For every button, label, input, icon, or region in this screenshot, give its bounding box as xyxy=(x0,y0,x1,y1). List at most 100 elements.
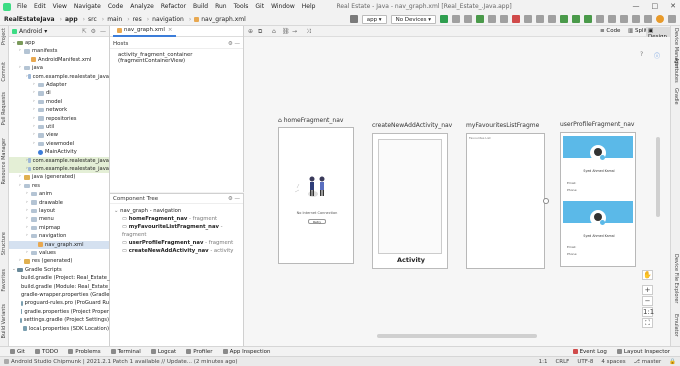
sdk-manager-icon[interactable] xyxy=(548,15,556,23)
add-destination-icon[interactable]: ⊕ xyxy=(248,28,253,35)
sync-icon[interactable] xyxy=(524,15,532,23)
menu-git[interactable]: Git xyxy=(255,3,264,10)
tool-resource-manager[interactable]: Resource Manager xyxy=(1,138,7,184)
caret-position[interactable]: 1:1 xyxy=(539,359,548,365)
tree-item[interactable]: › navigation xyxy=(9,232,109,240)
module-selector[interactable]: app ▾ xyxy=(361,14,387,24)
tab-app-inspection[interactable]: App Inspection xyxy=(222,349,270,355)
gear-icon[interactable]: ⚙ xyxy=(228,196,233,202)
rerun-icon[interactable] xyxy=(452,15,460,23)
debug-icon[interactable] xyxy=(476,15,484,23)
run-icon[interactable] xyxy=(440,15,448,23)
breadcrumb-file[interactable]: nav_graph.xml xyxy=(201,16,246,23)
tree-item[interactable]: › view xyxy=(9,131,109,139)
git-branch[interactable]: ⎇ master xyxy=(634,359,662,365)
menu-build[interactable]: Build xyxy=(193,3,208,10)
tree-item[interactable]: gradle.properties (Project Proper xyxy=(9,308,109,316)
tree-item[interactable]: › com.example.realestate_java xyxy=(9,165,109,173)
arrow-icon[interactable]: → xyxy=(292,28,297,35)
breadcrumb-src[interactable]: src xyxy=(88,16,97,23)
menu-analyze[interactable]: Analyze xyxy=(130,3,154,10)
lock-icon[interactable]: 🔒 xyxy=(669,359,676,365)
menu-edit[interactable]: Edit xyxy=(34,3,46,10)
tool-gradle[interactable]: Gradle xyxy=(673,88,679,105)
tree-item[interactable]: › layout xyxy=(9,207,109,215)
minimize-panel-icon[interactable]: — xyxy=(235,196,241,202)
git-commit-icon[interactable] xyxy=(572,15,580,23)
dest-home-screen[interactable]: No Internet Connection Retry xyxy=(278,127,354,264)
dest-activity-label[interactable]: createNewAddActivity_nav xyxy=(372,122,452,129)
project-view-selector[interactable]: Android xyxy=(19,28,42,35)
zoom-out-icon[interactable]: − xyxy=(642,296,653,306)
breadcrumb-res[interactable]: res xyxy=(133,16,142,23)
close-tab-icon[interactable]: × xyxy=(168,27,173,33)
profile-icon[interactable] xyxy=(488,15,496,23)
tab-todo[interactable]: TODO xyxy=(34,349,58,355)
menu-file[interactable]: File xyxy=(17,3,27,10)
tree-item[interactable]: build.gradle (Module: Real_Estate_ xyxy=(9,283,111,291)
assistant-icon[interactable] xyxy=(668,15,676,23)
device-selector[interactable]: No Devices ▾ xyxy=(390,14,436,24)
component-tree-root[interactable]: ⌄ nav_graph - navigation xyxy=(114,207,239,215)
file-encoding[interactable]: UTF-8 xyxy=(577,359,593,365)
tree-item[interactable]: › java xyxy=(9,64,109,72)
tree-item[interactable]: › di xyxy=(9,89,109,97)
menu-window[interactable]: Window xyxy=(271,3,295,10)
tree-item[interactable]: › values xyxy=(9,249,109,257)
horizontal-scrollbar[interactable] xyxy=(377,334,537,338)
tree-item[interactable]: › drawable xyxy=(9,199,109,207)
tab-event-log[interactable]: Event Log xyxy=(572,349,607,355)
zoom-fit-icon[interactable]: ⛶ xyxy=(642,318,653,328)
vertical-scrollbar[interactable] xyxy=(656,137,660,217)
attach-debugger-icon[interactable] xyxy=(500,15,508,23)
menu-refactor[interactable]: Refactor xyxy=(161,3,186,10)
view-mode-code[interactable]: ≡ Code xyxy=(600,28,620,34)
tree-item[interactable]: nav_graph.xml xyxy=(9,240,109,249)
tree-item[interactable]: › res xyxy=(9,182,109,190)
tool-favorites[interactable]: Favorites xyxy=(1,269,7,292)
close-window-icon[interactable]: ✕ xyxy=(670,2,676,10)
action-handle[interactable] xyxy=(543,198,549,204)
tree-item[interactable]: › mipmap xyxy=(9,224,109,232)
tool-attributes[interactable]: Attributes xyxy=(673,58,679,83)
tree-item[interactable]: › menu xyxy=(9,215,109,223)
apply-changes-icon[interactable] xyxy=(464,15,472,23)
tree-item[interactable]: › Adapter xyxy=(9,81,109,89)
tab-problems[interactable]: Problems xyxy=(68,349,101,355)
tree-item[interactable]: › repositories xyxy=(9,115,109,123)
zoom-in-icon[interactable]: + xyxy=(642,285,653,295)
tree-item[interactable]: settings.gradle (Project Settings) xyxy=(9,316,109,324)
auto-arrange-icon[interactable]: ⤨ xyxy=(306,28,311,36)
zoom-reset-icon[interactable]: 1:1 xyxy=(642,307,654,317)
link-icon[interactable]: ⛓ xyxy=(282,28,290,35)
dest-favourites-label[interactable]: myFavouritesListFragme xyxy=(466,122,539,129)
dest-activity-screen[interactable]: Activity xyxy=(372,133,448,269)
tree-item[interactable]: gradle-wrapper.properties (Gradle xyxy=(9,291,109,299)
tool-device-file-explorer[interactable]: Device File Explorer xyxy=(673,254,679,303)
menu-run[interactable]: Run xyxy=(215,3,227,10)
hide-panel-icon[interactable]: — xyxy=(100,28,106,35)
status-message[interactable]: Android Studio Chipmunk | 2021.2.1 Patch… xyxy=(11,359,238,365)
home-icon[interactable]: ⌂ xyxy=(272,28,276,35)
breadcrumb-navigation[interactable]: navigation xyxy=(152,16,184,23)
breadcrumb-project[interactable]: RealEstateJava xyxy=(4,16,55,23)
new-graph-icon[interactable]: ⧉ xyxy=(258,28,262,36)
stop-icon[interactable] xyxy=(512,15,520,23)
tool-build-variants[interactable]: Build Variants xyxy=(1,304,7,338)
file-tab[interactable]: nav_graph.xml × xyxy=(113,26,177,37)
tree-item[interactable]: local.properties (SDK Location) xyxy=(9,325,109,333)
tree-item[interactable]: › util xyxy=(9,123,109,131)
host-item[interactable]: activity_fragment_container (fragmentCon… xyxy=(110,49,243,67)
tree-item[interactable]: ⌄ app xyxy=(9,39,109,47)
device-manager-icon[interactable] xyxy=(632,15,640,23)
tool-structure[interactable]: Structure xyxy=(1,232,7,255)
layout-inspector-icon[interactable] xyxy=(620,15,628,23)
git-push-icon[interactable] xyxy=(584,15,592,23)
warning-icon[interactable]: ⓘ xyxy=(654,51,660,60)
tree-item[interactable]: › viewmodel xyxy=(9,140,109,148)
tab-terminal[interactable]: Terminal xyxy=(110,349,141,355)
component-tree-item[interactable]: ▭ userProfileFragment_nav - fragment xyxy=(114,239,239,247)
pan-icon[interactable]: ✋ xyxy=(642,270,653,280)
tree-item[interactable]: build.gradle (Project: Real_Estate_ xyxy=(9,274,110,282)
tab-layout-inspector[interactable]: Layout Inspector xyxy=(616,349,670,355)
